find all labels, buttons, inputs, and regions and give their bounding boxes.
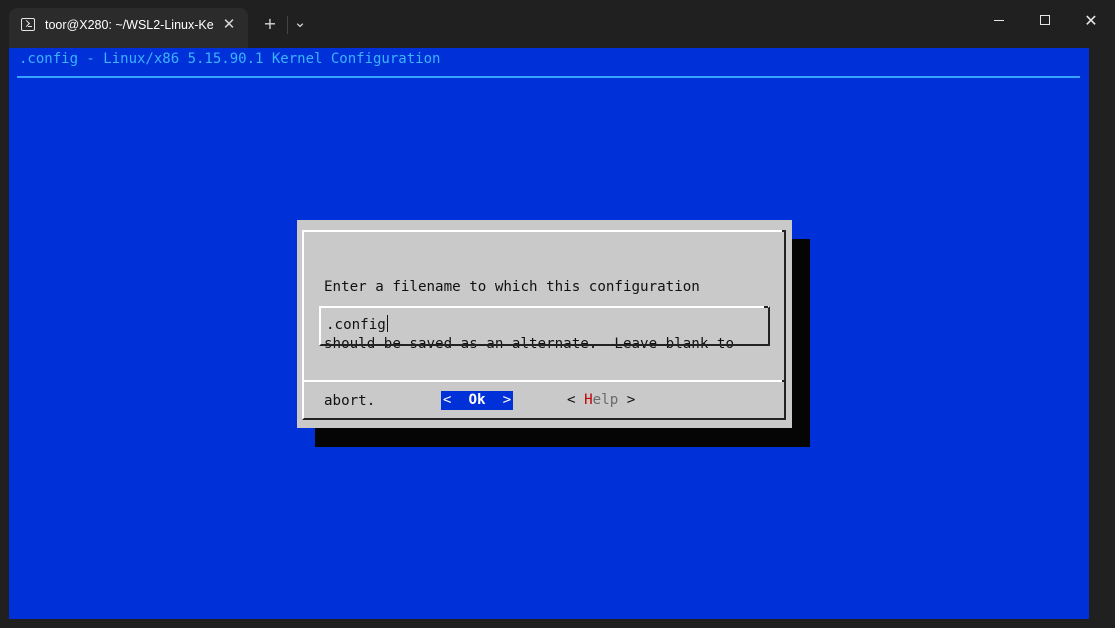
minimize-icon [994, 20, 1004, 21]
backtitle: .config - Linux/x86 5.15.90.1 Kernel Con… [19, 51, 441, 67]
help-left-bracket: < [567, 392, 585, 408]
ok-left-bracket: < [442, 392, 469, 408]
help-hotkey: H [584, 392, 593, 408]
text-cursor [386, 315, 388, 332]
filename-input[interactable]: .config [319, 306, 770, 346]
terminal-screen[interactable]: .config - Linux/x86 5.15.90.1 Kernel Con… [9, 48, 1089, 619]
help-right-bracket: > [618, 392, 636, 408]
maximize-icon [1040, 15, 1050, 25]
help-button[interactable]: < Help > [567, 391, 635, 410]
terminal-icon [21, 18, 35, 31]
backtitle-underline [17, 76, 1080, 78]
help-label-rest: elp [592, 392, 619, 408]
maximize-button[interactable] [1023, 8, 1067, 34]
tab-title: toor@X280: ~/WSL2-Linux-Ke [45, 18, 214, 32]
terminal-window: toor@X280: ~/WSL2-Linux-Ke ✕ + ⌄ ✕ .conf… [0, 0, 1115, 628]
terminal-tab[interactable]: toor@X280: ~/WSL2-Linux-Ke ✕ [9, 8, 248, 48]
title-bar: toor@X280: ~/WSL2-Linux-Ke ✕ + ⌄ ✕ [0, 0, 1115, 48]
close-icon: ✕ [1084, 11, 1098, 30]
tab-toolbar-divider [287, 16, 288, 34]
filename-input-value: .config [326, 315, 388, 335]
input-text: .config [326, 317, 386, 333]
frame-corner-tick [782, 230, 786, 232]
prompt-line: abort. [324, 393, 376, 409]
input-corner-tick [764, 306, 768, 308]
ok-button[interactable]: < Ok > [441, 391, 513, 410]
prompt-line: Enter a filename to which this configura… [324, 279, 700, 295]
dropdown-chevron-icon[interactable]: ⌄ [289, 10, 311, 34]
ok-label: Ok [468, 392, 486, 408]
ok-right-bracket: > [485, 392, 512, 408]
save-config-dialog: Enter a filename to which this configura… [297, 220, 792, 428]
tab-close-icon[interactable]: ✕ [220, 14, 238, 34]
frame-corner-tick [782, 380, 786, 382]
minimize-button[interactable] [977, 8, 1021, 34]
close-window-button[interactable]: ✕ [1069, 8, 1113, 34]
new-tab-icon[interactable]: + [259, 12, 281, 36]
